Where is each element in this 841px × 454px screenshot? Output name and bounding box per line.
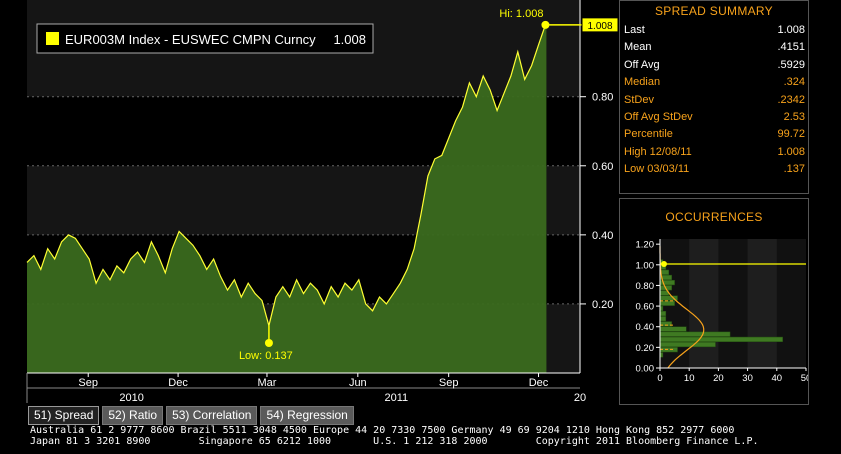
summary-row: Off Avg StDev 2.53 — [620, 109, 808, 126]
low-label: Low: 0.137 — [239, 350, 293, 362]
tab-regression[interactable]: 54) Regression — [260, 406, 354, 425]
summary-row-label: Last — [624, 24, 645, 36]
y-tick-label: 0.20 — [592, 299, 613, 311]
summary-row: Mean .4151 — [620, 39, 808, 56]
summary-row: Off Avg .5929 — [620, 57, 808, 74]
occ-bar — [659, 316, 667, 322]
occ-x-tick-label: 10 — [684, 373, 695, 384]
occ-x-tick-label: 20 — [713, 373, 724, 384]
tab-ratio[interactable]: 52) Ratio — [102, 406, 164, 425]
high-marker — [541, 20, 550, 29]
last-value-text: 1.008 — [587, 21, 612, 32]
occurrences-panel: OCCURRENCES 0.00 0.20 0.40 0.60 0.80 1.00 1.20… — [619, 198, 809, 405]
spread-summary-rows: Last 1.008 Mean .4151 Off Avg .5929 Median .324… — [620, 22, 808, 179]
legend-value: 1.008 — [333, 32, 366, 47]
occ-bar — [659, 336, 783, 342]
summary-row-label: Mean — [624, 41, 652, 54]
summary-row-value: .137 — [783, 163, 805, 176]
high-label: Hi: 1.008 — [499, 8, 543, 20]
spread-summary-panel: SPREAD SUMMARY Last 1.008 Mean .4151 Off Avg… — [619, 0, 809, 194]
tab-correlation[interactable]: 53) Correlation — [166, 406, 258, 425]
occurrences-histogram: 0.00 0.20 0.40 0.60 0.80 1.00 1.20 0 10 20 30 40 50 — [636, 239, 808, 384]
occ-x-tick-label: 50 — [801, 373, 808, 384]
footer-line-2: Japan 81 3 3201 8900 Singapore 65 6212 1… — [30, 436, 759, 447]
summary-row-value: 1.008 — [777, 24, 805, 36]
year-label: 20 — [574, 392, 586, 404]
y-tick-label: 0.40 — [592, 230, 613, 242]
occ-plot-bg — [660, 239, 806, 368]
spread-summary-title: SPREAD SUMMARY — [654, 4, 773, 18]
summary-row-label: Off Avg StDev — [624, 110, 693, 123]
footer-line-1: Australia 61 2 9777 8600 Brazil 5511 304… — [30, 425, 735, 436]
summary-row-value: .4151 — [777, 41, 805, 54]
occurrences-title: OCCURRENCES — [665, 210, 763, 224]
analysis-tabs: 51) Spread 52) Ratio 53) Correlation 54) Re… — [28, 406, 354, 425]
occ-y-tick-label: 0.20 — [636, 343, 655, 354]
year-label: 2010 — [119, 392, 143, 404]
summary-row-value: 1.008 — [777, 145, 805, 158]
occ-x-tick-label: 40 — [772, 373, 783, 384]
occ-bar — [659, 310, 667, 317]
x-tick-label: Mar — [257, 377, 276, 389]
spread-chart: 0.20 0.40 0.60 0.80 Sep Dec Mar Jun Sep Dec 2010 20… — [26, 0, 618, 404]
summary-row-label: Off Avg — [624, 58, 660, 71]
summary-row-value: .2342 — [777, 93, 805, 106]
occ-y-tick-label: 0.40 — [636, 322, 655, 333]
summary-row-label: High 12/08/11 — [624, 145, 692, 158]
occ-y-tick-label: 0.60 — [636, 302, 655, 313]
occ-bar — [659, 300, 675, 306]
y-tick-label: 0.60 — [592, 161, 613, 173]
summary-row: Low 03/03/11 .137 — [620, 161, 808, 178]
tab-spread[interactable]: 51) Spread — [28, 406, 100, 425]
summary-row-value: .324 — [783, 76, 805, 89]
y-tick-label: 0.80 — [592, 92, 613, 104]
occ-band — [689, 239, 719, 368]
x-tick-label: Sep — [78, 377, 98, 389]
chart-legend: EUR003M Index - EUSWEC CMPN Curncy 1.008 — [36, 23, 374, 54]
summary-row-label: Percentile — [624, 128, 673, 141]
summary-row: Percentile 99.72 — [620, 126, 808, 143]
x-tick-label: Jun — [349, 377, 367, 389]
summary-row-label: StDev — [624, 93, 654, 106]
footer-contacts: Australia 61 2 9777 8600 Brazil 5511 304… — [30, 425, 758, 447]
last-value-tag: 1.008 — [581, 17, 618, 33]
occ-y-tick-label: 0.00 — [636, 364, 655, 375]
summary-row: Last 1.008 — [620, 22, 808, 39]
occ-x-tick-label: 0 — [657, 373, 662, 384]
legend-label: EUR003M Index - EUSWEC CMPN Curncy — [65, 32, 316, 47]
summary-row-value: 2.53 — [783, 110, 805, 123]
occ-y-tick-label: 1.00 — [636, 260, 655, 271]
summary-row: High 12/08/11 1.008 — [620, 144, 808, 161]
occ-y-tick-label: 1.20 — [636, 240, 655, 251]
occ-bar — [659, 326, 687, 332]
occ-bar — [659, 331, 731, 337]
summary-row: Median .324 — [620, 74, 808, 91]
summary-row: StDev .2342 — [620, 92, 808, 109]
summary-row-value: 99.72 — [777, 128, 805, 141]
x-tick-label: Dec — [168, 377, 188, 389]
occ-band — [747, 239, 777, 368]
summary-row-label: Low 03/03/11 — [624, 163, 690, 176]
summary-row-label: Median — [624, 76, 661, 89]
x-tick-label: Dec — [529, 377, 549, 389]
occ-x-tick-label: 30 — [742, 373, 753, 384]
low-marker — [264, 339, 273, 347]
occ-y-tick-label: 0.80 — [636, 281, 655, 292]
occ-current-marker — [661, 260, 667, 267]
x-tick-label: Sep — [439, 377, 459, 389]
summary-row-value: .5929 — [777, 58, 805, 71]
legend-swatch — [46, 32, 59, 45]
year-label: 2011 — [384, 392, 408, 404]
occ-bar — [659, 341, 716, 348]
